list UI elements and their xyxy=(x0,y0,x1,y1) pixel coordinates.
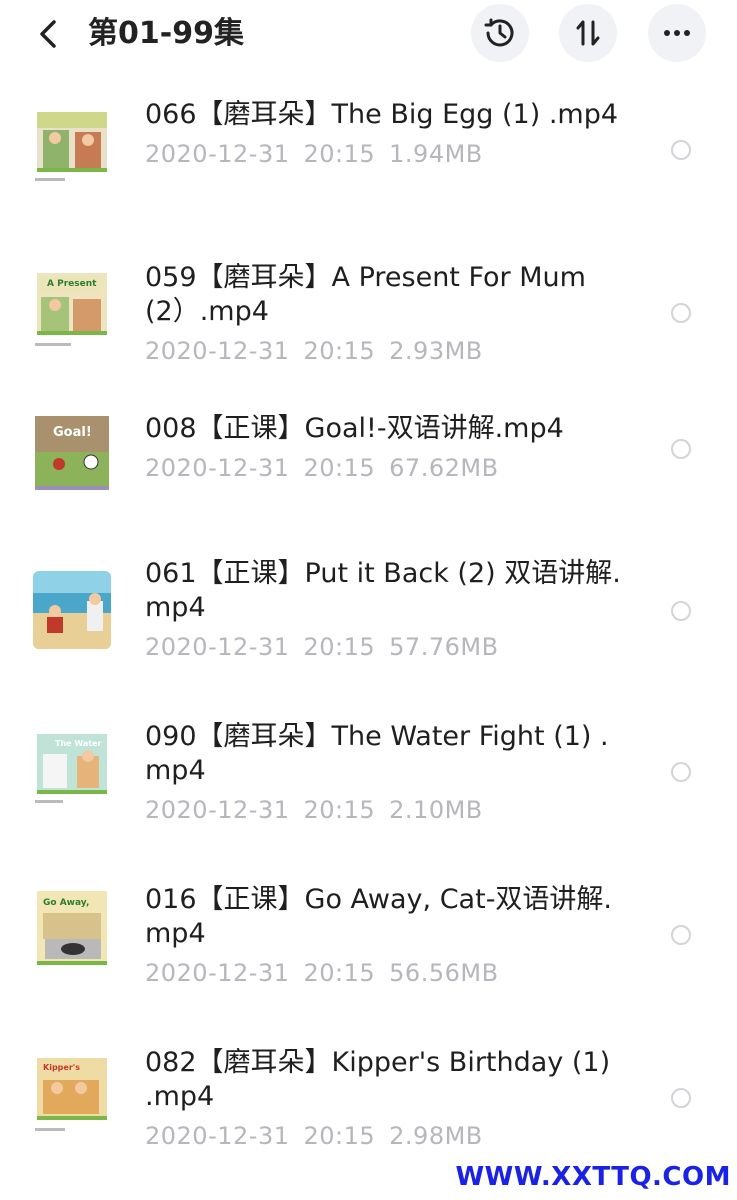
svg-text:The Water: The Water xyxy=(55,739,102,748)
select-radio[interactable] xyxy=(671,140,691,160)
file-meta: 2020-12-31 20:15 2.93MB xyxy=(145,337,625,365)
select-radio[interactable] xyxy=(671,925,691,945)
file-time: 20:15 xyxy=(303,1122,376,1150)
file-name: 082【磨耳朵】Kipper's Birthday (1) .mp4 xyxy=(145,1047,611,1112)
video-thumbnail xyxy=(33,571,111,649)
file-info: 061【正课】Put it Back (2) 双语讲解.mp4 2020-12-… xyxy=(145,557,625,661)
file-size: 67.62MB xyxy=(389,454,499,482)
svg-text:A Present: A Present xyxy=(47,279,97,289)
chevron-left-icon xyxy=(40,20,56,48)
svg-text:Kipper's: Kipper's xyxy=(43,1063,80,1072)
history-button[interactable] xyxy=(471,4,529,62)
file-info: 066【磨耳朵】The Big Egg (1) .mp4 2020-12-31 2… xyxy=(145,98,625,168)
file-name: 059【磨耳朵】A Present For Mum (2）.mp4 xyxy=(145,262,586,327)
video-thumbnail: Goal! xyxy=(33,414,111,492)
list-item[interactable]: 066【磨耳朵】The Big Egg (1) .mp4 2020-12-31 2… xyxy=(0,68,737,231)
back-button[interactable] xyxy=(30,14,66,54)
file-size: 2.93MB xyxy=(389,337,483,365)
list-item[interactable]: 061【正课】Put it Back (2) 双语讲解.mp4 2020-12-… xyxy=(0,527,737,690)
more-dots-icon xyxy=(664,30,690,36)
file-time: 20:15 xyxy=(303,140,376,168)
file-name: 008【正课】Goal!-双语讲解.mp4 xyxy=(145,413,564,444)
sort-button[interactable] xyxy=(559,4,617,62)
file-info: 082【磨耳朵】Kipper's Birthday (1) .mp4 2020-… xyxy=(145,1046,625,1150)
more-button[interactable] xyxy=(648,4,706,62)
file-info: 008【正课】Goal!-双语讲解.mp4 2020-12-31 20:15 67.… xyxy=(145,412,625,482)
video-thumbnail xyxy=(33,110,111,192)
file-time: 20:15 xyxy=(303,454,376,482)
file-date: 2020-12-31 xyxy=(145,140,290,168)
file-size: 57.76MB xyxy=(389,633,499,661)
page-title: 第01-99集 xyxy=(88,16,244,51)
list-item[interactable]: The Water 090【磨耳朵】The Water Fight (1) .m… xyxy=(0,690,737,853)
list-item[interactable]: Go Away, 016【正课】Go Away, Cat-双语讲解.mp4 20… xyxy=(0,853,737,1016)
video-thumbnail: A Present xyxy=(33,271,111,355)
file-date: 2020-12-31 xyxy=(145,796,290,824)
file-list: 066【磨耳朵】The Big Egg (1) .mp4 2020-12-31 2… xyxy=(0,68,737,1179)
file-date: 2020-12-31 xyxy=(145,454,290,482)
select-radio[interactable] xyxy=(671,439,691,459)
file-name: 061【正课】Put it Back (2) 双语讲解.mp4 xyxy=(145,558,621,623)
file-name: 090【磨耳朵】The Water Fight (1) .mp4 xyxy=(145,721,609,786)
file-date: 2020-12-31 xyxy=(145,633,290,661)
file-time: 20:15 xyxy=(303,337,376,365)
file-date: 2020-12-31 xyxy=(145,337,290,365)
file-size: 2.10MB xyxy=(389,796,483,824)
file-meta: 2020-12-31 20:15 67.62MB xyxy=(145,454,625,482)
file-name: 066【磨耳朵】The Big Egg (1) .mp4 xyxy=(145,99,619,130)
svg-text:Go Away,: Go Away, xyxy=(43,898,89,908)
file-size: 1.94MB xyxy=(389,140,483,168)
file-time: 20:15 xyxy=(303,796,376,824)
file-size: 56.56MB xyxy=(389,959,499,987)
file-meta: 2020-12-31 20:15 2.98MB xyxy=(145,1122,625,1150)
top-bar: 第01-99集 xyxy=(0,0,737,68)
file-info: 059【磨耳朵】A Present For Mum (2）.mp4 2020-1… xyxy=(145,261,625,365)
site-watermark: WWW.XXTTQ.COM xyxy=(455,1162,731,1192)
list-item[interactable]: Goal! 008【正课】Goal!-双语讲解.mp4 2020-12-31 20… xyxy=(0,394,737,527)
history-clock-icon xyxy=(484,18,514,47)
select-radio[interactable] xyxy=(671,601,691,621)
video-thumbnail: Kipper's xyxy=(33,1056,111,1140)
svg-text:Goal!: Goal! xyxy=(53,425,92,440)
file-meta: 2020-12-31 20:15 56.56MB xyxy=(145,959,625,987)
file-info: 016【正课】Go Away, Cat-双语讲解.mp4 2020-12-31 2… xyxy=(145,883,625,987)
sort-arrows-icon xyxy=(576,20,600,46)
video-thumbnail: Go Away, xyxy=(33,889,111,971)
file-size: 2.98MB xyxy=(389,1122,483,1150)
file-meta: 2020-12-31 20:15 57.76MB xyxy=(145,633,625,661)
file-time: 20:15 xyxy=(303,633,376,661)
select-radio[interactable] xyxy=(671,762,691,782)
select-radio[interactable] xyxy=(671,303,691,323)
list-item[interactable]: A Present 059【磨耳朵】A Present For Mum (2）.… xyxy=(0,231,737,394)
select-radio[interactable] xyxy=(671,1088,691,1108)
file-name: 016【正课】Go Away, Cat-双语讲解.mp4 xyxy=(145,884,613,949)
file-info: 090【磨耳朵】The Water Fight (1) .mp4 2020-12… xyxy=(145,720,625,824)
list-item[interactable]: Kipper's 082【磨耳朵】Kipper's Birthday (1) .… xyxy=(0,1016,737,1179)
file-meta: 2020-12-31 20:15 2.10MB xyxy=(145,796,625,824)
video-thumbnail: The Water xyxy=(33,732,111,816)
file-time: 20:15 xyxy=(303,959,376,987)
file-meta: 2020-12-31 20:15 1.94MB xyxy=(145,140,625,168)
file-date: 2020-12-31 xyxy=(145,1122,290,1150)
file-date: 2020-12-31 xyxy=(145,959,290,987)
